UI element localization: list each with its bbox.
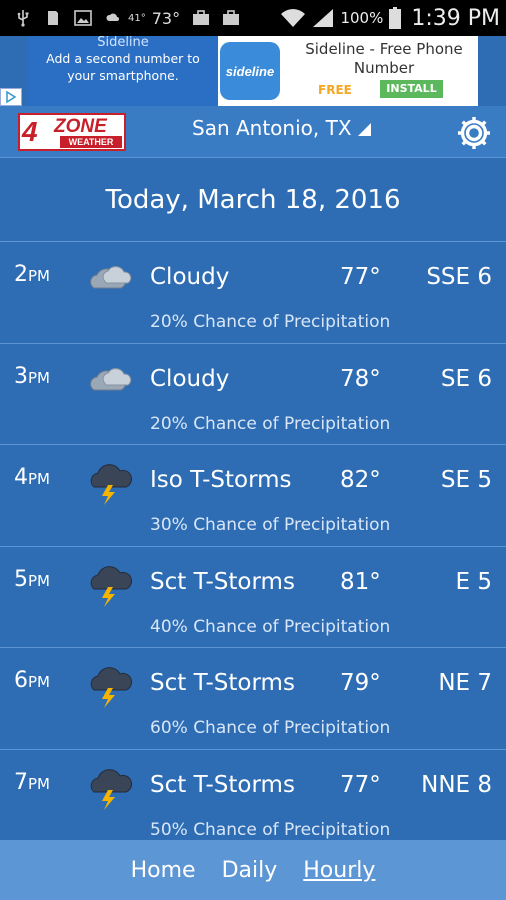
row-wind: SSE 6 [426, 264, 492, 290]
battery-percent: 100% [340, 9, 384, 27]
thunderstorm-icon [86, 461, 134, 505]
row-condition: Sct T-Storms [150, 771, 295, 798]
row-temperature: 79° [340, 670, 381, 696]
row-ampm: PM [28, 368, 50, 387]
ad-title-line1: Sideline - Free Phone [305, 40, 463, 58]
row-wind: E 5 [455, 568, 492, 595]
row-temperature: 78° [340, 365, 381, 392]
cloudy-icon [86, 258, 134, 302]
forecast-row[interactable]: 3PM Cloudy 78° SE 6 20% Chance of Precipitat… [0, 344, 506, 445]
row-hour: 6 [14, 668, 28, 693]
app-header: 4 ZONE WEATHER San Antonio, TX [0, 106, 506, 158]
status-bar: 41° 73° 100% 1:39 PM [0, 0, 506, 36]
location-name: San Antonio, TX [192, 116, 352, 140]
row-condition: Sct T-Storms [150, 670, 295, 696]
row-precipitation: 20% Chance of Precipitation [150, 312, 391, 332]
usb-icon [14, 9, 32, 27]
date-heading: Today, March 18, 2016 [0, 158, 506, 242]
thunderstorm-icon [86, 664, 134, 708]
ad-text-line2: your smartphone. [67, 68, 179, 83]
row-ampm: PM [28, 673, 50, 691]
briefcase-icon [192, 9, 210, 27]
wifi-icon [280, 9, 306, 27]
ad-banner[interactable]: Sideline Add a second number to your sma… [0, 36, 478, 106]
row-wind: SE 5 [440, 467, 492, 493]
row-time: 6PM [14, 668, 50, 693]
cloudy-icon [86, 360, 134, 404]
row-time: 4PM [14, 465, 50, 490]
bottom-nav: Home Daily Hourly [0, 840, 506, 900]
nav-hourly[interactable]: Hourly [303, 858, 375, 883]
row-temperature: 81° [340, 568, 381, 595]
row-temperature: 77° [340, 771, 381, 798]
ad-title: Sideline - Free Phone Number [290, 40, 478, 78]
forecast-row[interactable]: 6PM Sct T-Storms 79° NE 7 60% Chance of Prec… [0, 648, 506, 750]
row-precipitation: 20% Chance of Precipitation [150, 413, 391, 434]
sd-card-icon [44, 9, 62, 27]
ad-logo-text: sideline [225, 63, 275, 79]
status-temp: 73° [151, 8, 181, 28]
status-temp-small: 41° [128, 12, 146, 24]
signal-icon [312, 9, 334, 27]
ad-install-button[interactable]: INSTALL [380, 80, 443, 98]
row-precipitation: 40% Chance of Precipitation [150, 616, 391, 637]
image-icon [74, 9, 92, 27]
briefcase-icon [222, 9, 240, 27]
thunderstorm-icon [86, 563, 134, 607]
logo-zone: ZONE [54, 116, 107, 137]
row-precipitation: 30% Chance of Precipitation [150, 515, 391, 535]
nav-home[interactable]: Home [131, 858, 196, 883]
date-text: Today, March 18, 2016 [105, 184, 401, 215]
forecast-row[interactable]: 4PM Iso T-Storms 82° SE 5 30% Chance of Prec… [0, 445, 506, 547]
row-time: 7PM [14, 770, 50, 795]
row-ampm: PM [28, 470, 50, 488]
row-ampm: PM [28, 267, 50, 285]
station-logo: 4 ZONE WEATHER [18, 113, 126, 151]
logo-weather: WEATHER [60, 136, 122, 148]
ad-free-label: FREE [318, 83, 352, 97]
row-ampm: PM [28, 571, 50, 590]
ad-description: Sideline Add a second number to your sma… [28, 36, 218, 106]
row-wind: NNE 8 [421, 771, 492, 798]
ad-brand: Sideline [97, 35, 149, 50]
row-precipitation: 50% Chance of Precipitation [150, 819, 391, 840]
ad-app-logo[interactable]: sideline [220, 42, 280, 100]
row-temperature: 77° [340, 264, 381, 290]
row-temperature: 82° [340, 467, 381, 493]
row-time: 5PM [14, 567, 50, 592]
row-time: 3PM [14, 364, 50, 389]
settings-gear-icon[interactable] [455, 114, 493, 152]
row-hour: 5 [14, 566, 28, 592]
row-wind: NE 7 [438, 670, 492, 696]
row-wind: SE 6 [440, 365, 492, 392]
location-selector[interactable]: San Antonio, TX [192, 116, 371, 140]
row-time: 2PM [14, 262, 50, 287]
hourly-forecast-list[interactable]: 2PM Cloudy 77° SSE 6 20% Chance of Precipita… [0, 242, 506, 840]
ad-text-line1: Add a second number to [46, 51, 200, 66]
row-condition: Sct T-Storms [150, 568, 295, 595]
row-ampm: PM [28, 774, 50, 793]
row-hour: 4 [14, 465, 28, 490]
row-condition: Cloudy [150, 365, 230, 392]
thunderstorm-icon [86, 766, 134, 810]
forecast-row[interactable]: 5PM Sct T-Storms 81° E 5 40% Chance of Preci… [0, 547, 506, 648]
row-precipitation: 60% Chance of Precipitation [150, 718, 391, 738]
row-hour: 3 [14, 363, 28, 389]
row-condition: Cloudy [150, 264, 230, 290]
row-condition: Iso T-Storms [150, 467, 292, 493]
row-hour: 7 [14, 769, 28, 795]
battery-icon [389, 7, 402, 29]
forecast-row[interactable]: 7PM Sct T-Storms 77° NNE 8 50% Chance of Pre… [0, 750, 506, 841]
dropdown-corner-icon [357, 123, 371, 136]
forecast-row[interactable]: 2PM Cloudy 77° SSE 6 20% Chance of Precipita… [0, 242, 506, 344]
weather-icon [104, 9, 122, 27]
status-clock: 1:39 PM [411, 5, 500, 31]
ad-choices-icon[interactable] [0, 88, 22, 106]
nav-daily[interactable]: Daily [222, 858, 278, 883]
ad-title-line2: Number [353, 59, 415, 77]
logo-number: 4 [22, 116, 38, 147]
row-hour: 2 [14, 262, 28, 287]
